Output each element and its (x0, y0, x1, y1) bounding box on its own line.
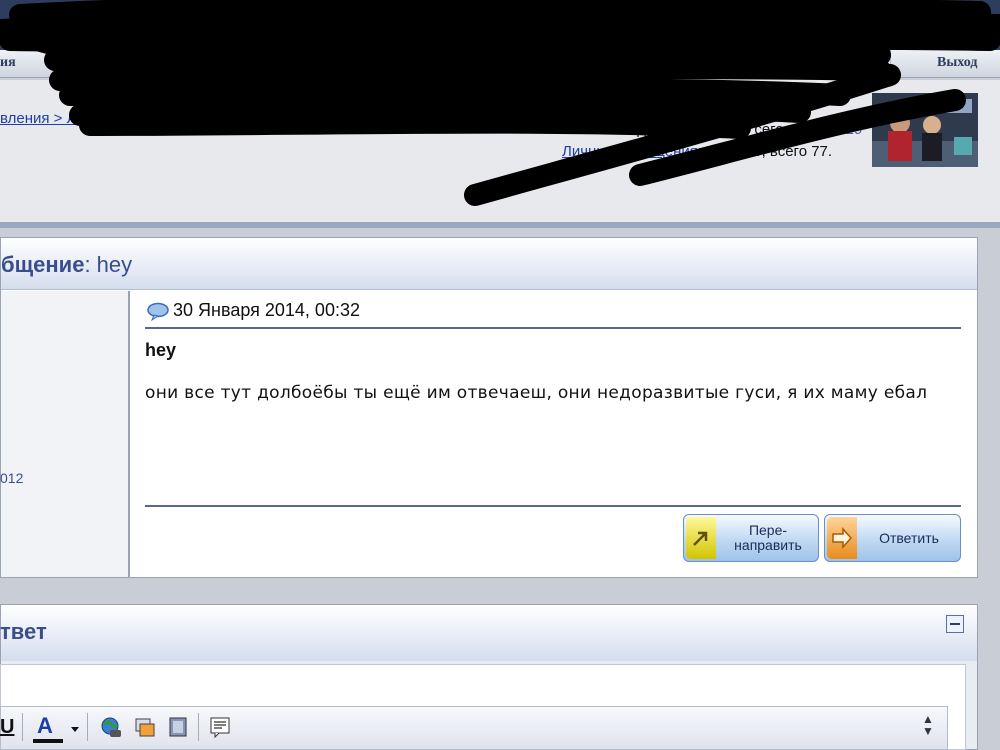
forward-icon (686, 517, 716, 559)
image-icon[interactable] (134, 716, 156, 738)
message-title-subject: : hey (84, 252, 133, 277)
pm-bubble-icon (147, 302, 169, 322)
message-panel-header: бщение: hey (1, 238, 977, 290)
message-title-label: бщение (1, 252, 85, 277)
divider (145, 327, 961, 329)
font-color-button[interactable]: A (37, 713, 53, 739)
quote-icon[interactable] (209, 716, 231, 738)
message-title: бщение: hey (1, 252, 132, 278)
globe-link-icon[interactable] (100, 716, 122, 738)
divider (145, 505, 961, 507)
underline-button[interactable]: U (0, 716, 14, 739)
message-subject: hey (145, 340, 177, 360)
chevron-down-icon[interactable] (71, 727, 79, 732)
toolbar-separator (22, 713, 23, 741)
reply-title: твет (0, 619, 47, 644)
reply-panel-header (1, 605, 977, 661)
user-info-column (1, 291, 130, 577)
reply-button-label: Ответить (879, 529, 939, 546)
toolbar-separator (198, 713, 199, 741)
message-body: они все тут долбоёбы ты ещё им отвечаеш,… (145, 383, 928, 403)
user-joined-date: 012 (0, 470, 24, 486)
message-date: 30 Января 2014, 00:32 (173, 300, 360, 320)
forward-button[interactable]: Пере- направить (683, 514, 819, 562)
redaction-scribble (0, 0, 1000, 206)
reply-button[interactable]: Ответить (824, 514, 961, 562)
collapse-icon[interactable] (946, 615, 964, 633)
reply-icon (827, 517, 857, 559)
scroll-arrows-icon[interactable]: ▲ ▼ (922, 713, 934, 737)
video-icon[interactable] (167, 716, 189, 738)
forward-button-label: Пере- направить (734, 522, 802, 553)
font-color-swatch (33, 739, 63, 743)
toolbar-separator (87, 713, 88, 741)
